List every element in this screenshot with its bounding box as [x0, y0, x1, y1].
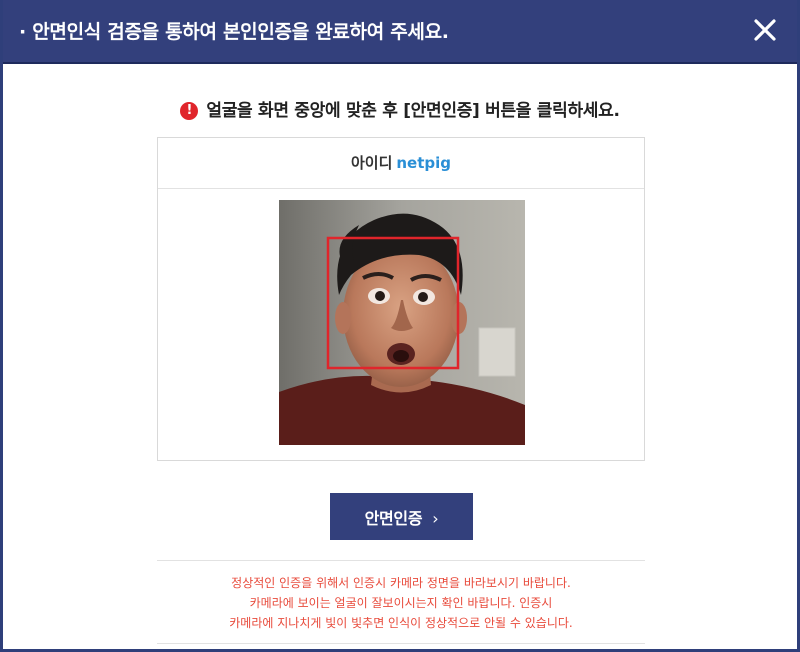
instruction-text: 얼굴을 화면 중앙에 맞춘 후 [안면인증] 버튼을 클릭하세요. — [206, 101, 620, 121]
camera-feed-image — [279, 200, 525, 445]
modal-title: · 안면인식 검증을 통하여 본인인증을 완료하여 주세요. — [19, 21, 449, 43]
face-auth-button-label: 안면인증 — [364, 508, 423, 528]
close-button[interactable] — [751, 16, 779, 44]
user-id-row: 아이디 netpig — [158, 138, 644, 189]
warning-message: 정상적인 인증을 위해서 인증시 카메라 정면을 바라보시기 바랍니다. 카메라… — [157, 560, 645, 644]
face-auth-modal: · 안면인식 검증을 통하여 본인인증을 완료하여 주세요. ! 얼굴을 화면 중… — [0, 0, 800, 652]
warning-line: 카메라에 보이는 얼굴이 잘보이시는지 확인 바랍니다. 인증시 — [249, 596, 553, 610]
warning-line: 정상적인 인증을 위해서 인증시 카메라 정면을 바라보시기 바랍니다. — [231, 576, 571, 590]
user-id-value: netpig — [396, 154, 452, 172]
modal-header: · 안면인식 검증을 통하여 본인인증을 완료하여 주세요. — [3, 0, 797, 64]
alert-icon: ! — [180, 102, 199, 120]
instruction-notice: ! 얼굴을 화면 중앙에 맞춘 후 [안면인증] 버튼을 클릭하세요. — [3, 96, 797, 121]
warning-line: 카메라에 지나치게 빛이 빛추면 인식이 정상적으로 안될 수 있습니다. — [229, 616, 573, 630]
face-auth-button[interactable]: 안면인증 › — [330, 493, 473, 540]
close-icon — [754, 19, 776, 41]
camera-preview — [279, 200, 525, 445]
user-id-label: 아이디 — [350, 154, 393, 172]
chevron-right-icon: › — [432, 508, 439, 528]
camera-card: 아이디 netpig — [157, 137, 645, 461]
